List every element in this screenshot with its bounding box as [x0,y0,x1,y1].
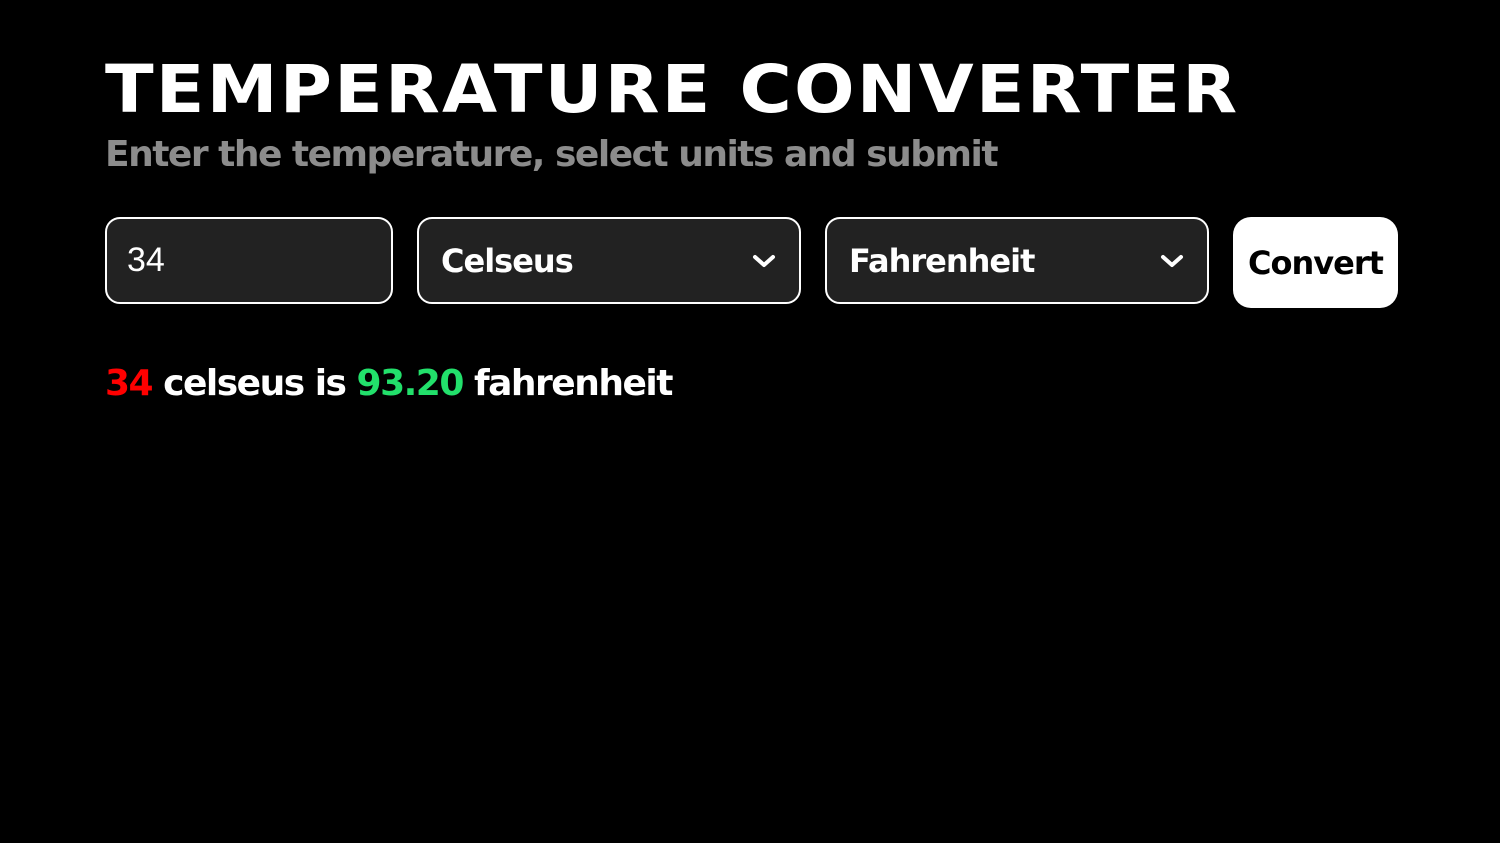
page-subtitle: Enter the temperature, select units and … [105,134,999,175]
page-title: Temperature Converter [105,51,1240,128]
result-output-value: 93.20 [356,363,465,404]
to-unit-select[interactable]: Fahrenheit [825,217,1209,304]
convert-button[interactable]: Convert [1233,217,1398,308]
chevron-down-icon [1161,254,1183,267]
chevron-down-icon [753,254,775,267]
from-unit-select[interactable]: Celseus [417,217,801,304]
to-unit-value: Fahrenheit [849,241,1035,280]
result-output-unit: fahrenheit [473,363,673,404]
conversion-result: 34 celseus is 93.20 fahrenheit [105,359,673,409]
from-unit-value: Celseus [441,241,574,280]
result-connector: is [314,363,347,404]
result-input-value: 34 [105,363,154,404]
result-input-unit: celseus [163,363,305,404]
temperature-converter-app: Temperature Converter Enter the temperat… [105,52,1425,404]
temperature-input[interactable] [105,217,393,304]
